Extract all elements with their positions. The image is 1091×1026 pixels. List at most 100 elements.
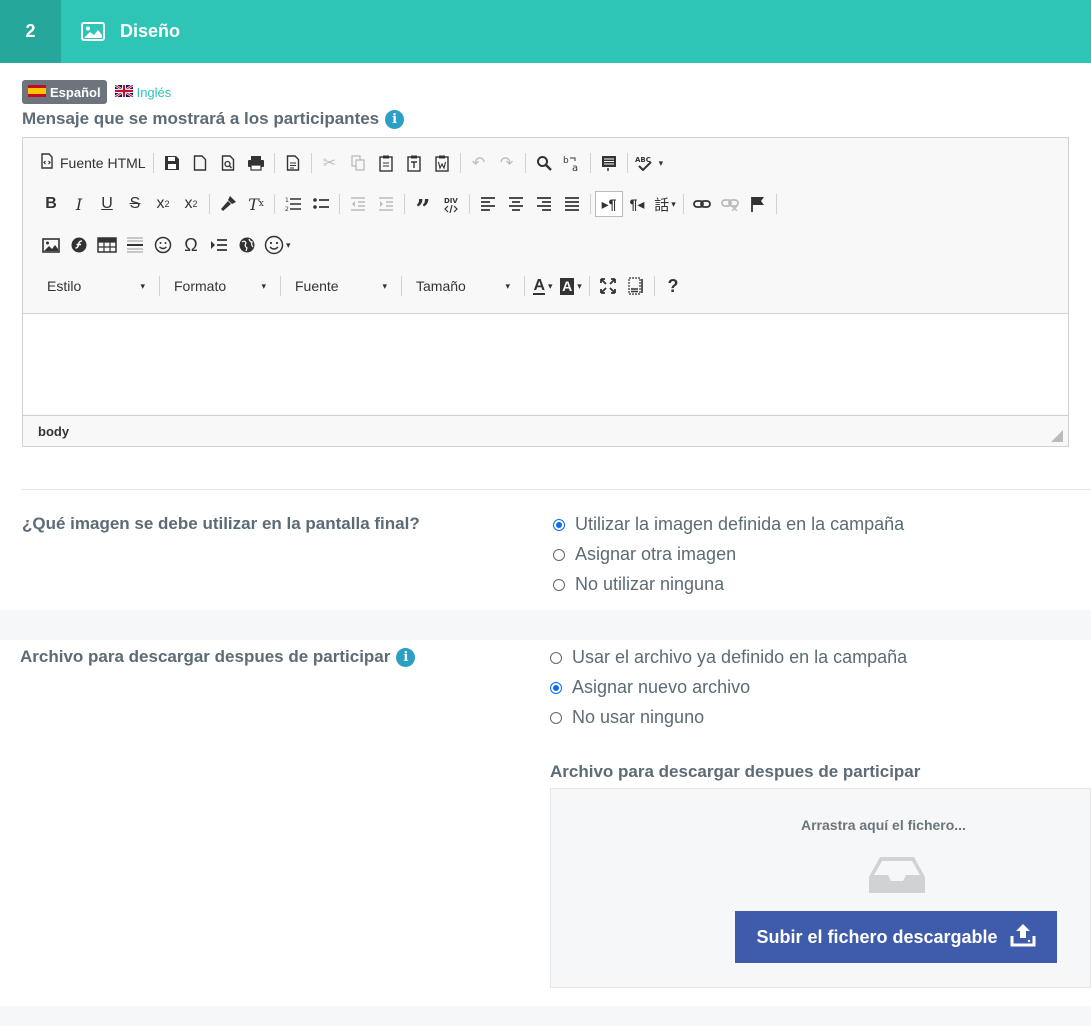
paste-icon[interactable] bbox=[372, 150, 400, 176]
section-separator bbox=[0, 610, 1091, 640]
find-icon[interactable] bbox=[530, 150, 558, 176]
radio-button[interactable] bbox=[550, 651, 562, 664]
download-option-campaign[interactable]: Usar el archivo ya definido en la campañ… bbox=[550, 647, 907, 668]
table-icon[interactable] bbox=[93, 232, 121, 258]
paste-word-icon[interactable] bbox=[428, 150, 456, 176]
help-icon[interactable]: ? bbox=[659, 273, 687, 299]
new-page-icon[interactable] bbox=[186, 150, 214, 176]
bold-icon[interactable]: B bbox=[37, 191, 65, 217]
resize-handle[interactable] bbox=[1051, 430, 1063, 442]
divider bbox=[22, 489, 1091, 490]
section-header: 2 Diseño bbox=[0, 0, 1091, 63]
radio-button[interactable] bbox=[553, 578, 565, 591]
align-justify-icon[interactable] bbox=[558, 191, 586, 217]
page-break-icon[interactable] bbox=[205, 232, 233, 258]
numbered-list-icon[interactable]: 12 bbox=[279, 191, 307, 217]
download-option-none[interactable]: No usar ninguno bbox=[550, 707, 907, 728]
info-icon[interactable]: i bbox=[385, 109, 405, 129]
svg-text:2: 2 bbox=[285, 206, 289, 212]
radio-button[interactable] bbox=[550, 711, 562, 724]
flash-icon[interactable] bbox=[65, 232, 93, 258]
upload-button[interactable]: Subir el fichero descargable bbox=[735, 911, 1057, 963]
show-blocks-icon[interactable] bbox=[622, 273, 650, 299]
info-icon[interactable]: i bbox=[396, 647, 416, 667]
italic-icon[interactable]: I bbox=[65, 191, 93, 217]
horizontal-rule-icon[interactable] bbox=[121, 232, 149, 258]
style-combo[interactable]: Estilo ▾ bbox=[37, 273, 155, 299]
radio-label: Asignar nuevo archivo bbox=[572, 677, 751, 697]
size-combo[interactable]: Tamaño ▾ bbox=[406, 273, 520, 299]
spain-flag-icon bbox=[28, 84, 46, 100]
replace-icon[interactable]: ba bbox=[558, 150, 586, 176]
image-insert-icon[interactable] bbox=[37, 232, 65, 258]
language-tab-en[interactable]: Inglés bbox=[113, 83, 171, 100]
iframe-icon[interactable] bbox=[233, 232, 261, 258]
language-tab-es[interactable]: Español bbox=[22, 80, 107, 104]
subscript-icon[interactable]: x2 bbox=[149, 191, 177, 217]
copy-icon[interactable] bbox=[344, 150, 372, 176]
file-dropzone[interactable]: Arrastra aquí el fichero... Subir el fic… bbox=[550, 788, 1091, 988]
align-center-icon[interactable] bbox=[502, 191, 530, 217]
select-all-icon[interactable] bbox=[595, 150, 623, 176]
smiley-icon[interactable] bbox=[149, 232, 177, 258]
outdent-icon[interactable] bbox=[344, 191, 372, 217]
templates-icon[interactable] bbox=[279, 150, 307, 176]
radio-button[interactable] bbox=[553, 548, 565, 561]
ltr-icon[interactable]: ▸¶ bbox=[595, 191, 623, 217]
preview-icon[interactable] bbox=[214, 150, 242, 176]
section-title: Diseño bbox=[120, 21, 181, 41]
editor-status-bar: body bbox=[23, 415, 1068, 447]
language-tabs: Español Inglés bbox=[22, 80, 171, 104]
image-option-other[interactable]: Asignar otra imagen bbox=[553, 544, 904, 565]
radio-button[interactable] bbox=[550, 681, 562, 694]
rtl-icon[interactable]: ¶◂ bbox=[623, 191, 651, 217]
font-combo[interactable]: Fuente ▾ bbox=[285, 273, 397, 299]
strikethrough-icon[interactable]: S bbox=[121, 191, 149, 217]
superscript-icon[interactable]: x2 bbox=[177, 191, 205, 217]
copy-format-icon[interactable] bbox=[214, 191, 242, 217]
save-icon[interactable] bbox=[158, 150, 186, 176]
image-option-none[interactable]: No utilizar ninguna bbox=[553, 574, 904, 595]
radio-label: Usar el archivo ya definido en la campañ… bbox=[572, 647, 908, 667]
svg-text:DIV: DIV bbox=[444, 197, 458, 205]
unlink-icon[interactable] bbox=[716, 191, 744, 217]
link-icon[interactable] bbox=[688, 191, 716, 217]
source-button[interactable]: Fuente HTML bbox=[37, 150, 149, 176]
download-option-new[interactable]: Asignar nuevo archivo bbox=[550, 677, 907, 698]
image-question-label: ¿Qué imagen se debe utilizar en la panta… bbox=[22, 514, 420, 533]
upload-icon bbox=[1010, 923, 1036, 952]
svg-text:b: b bbox=[563, 156, 569, 166]
indent-icon[interactable] bbox=[372, 191, 400, 217]
svg-text:ABC: ABC bbox=[635, 156, 651, 164]
maximize-icon[interactable] bbox=[594, 273, 622, 299]
paste-text-icon[interactable] bbox=[400, 150, 428, 176]
element-path[interactable]: body bbox=[38, 424, 69, 439]
align-right-icon[interactable] bbox=[530, 191, 558, 217]
undo-icon[interactable]: ↶ bbox=[465, 150, 493, 176]
text-color-icon[interactable]: A ▾ bbox=[529, 273, 557, 299]
emoji-icon[interactable]: ▾ bbox=[261, 232, 294, 258]
remove-format-icon[interactable]: Tx bbox=[242, 191, 270, 217]
image-options: Utilizar la imagen definida en la campañ… bbox=[553, 514, 904, 595]
language-icon[interactable]: 話 ▾ bbox=[651, 191, 679, 217]
special-char-icon[interactable]: Ω bbox=[177, 232, 205, 258]
redo-icon[interactable]: ↷ bbox=[493, 150, 521, 176]
underline-icon[interactable]: U bbox=[93, 191, 121, 217]
message-label: Mensaje que se mostrará a los participan… bbox=[22, 109, 380, 128]
radio-button[interactable] bbox=[553, 518, 565, 531]
editor-content-area[interactable] bbox=[23, 314, 1068, 414]
radio-label: Utilizar la imagen definida en la campañ… bbox=[575, 514, 905, 534]
image-question-label-row: ¿Qué imagen se debe utilizar en la panta… bbox=[22, 514, 420, 534]
image-option-campaign[interactable]: Utilizar la imagen definida en la campañ… bbox=[553, 514, 904, 535]
bg-color-icon[interactable]: A ▾ bbox=[557, 273, 585, 299]
align-left-icon[interactable] bbox=[474, 191, 502, 217]
anchor-icon[interactable] bbox=[744, 191, 772, 217]
print-icon[interactable] bbox=[242, 150, 270, 176]
create-div-icon[interactable]: DIV bbox=[437, 191, 465, 217]
svg-text:1: 1 bbox=[285, 197, 289, 204]
blockquote-icon[interactable]: ” bbox=[409, 191, 437, 225]
format-combo[interactable]: Formato ▾ bbox=[164, 273, 276, 299]
spellcheck-icon[interactable]: ABC ▾ bbox=[632, 150, 667, 176]
bulleted-list-icon[interactable] bbox=[307, 191, 335, 217]
cut-icon[interactable]: ✂ bbox=[316, 150, 344, 176]
